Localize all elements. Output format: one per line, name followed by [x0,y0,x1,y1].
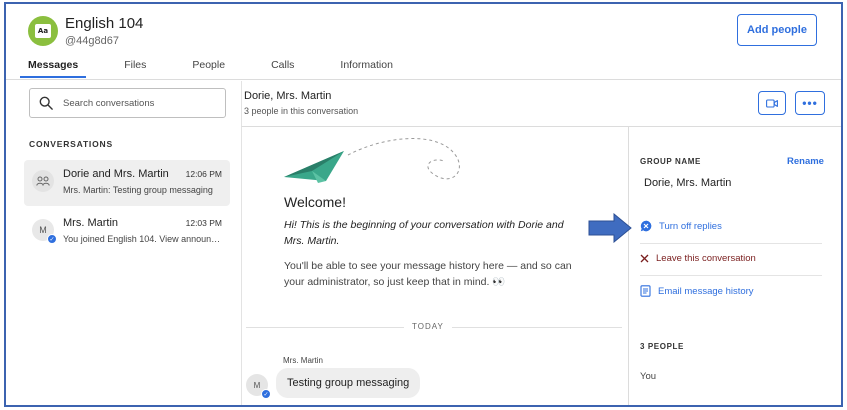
tab-people[interactable]: People [192,59,225,78]
message-avatar: M ✓ [246,374,271,399]
group-code: @44g8d67 [65,35,119,47]
tab-messages[interactable]: Messages [19,59,87,78]
message-sender: Mrs. Martin [283,356,323,365]
welcome-title: Welcome! [284,194,346,210]
group-logo-text: Aa [35,24,51,38]
conversation-header: Dorie, Mrs. Martin 3 people in this conv… [241,81,841,127]
group-title: English 104 [65,15,144,32]
conversations-section-label: CONVERSATIONS [29,139,113,149]
conversation-preview: Mrs. Martin: Testing group messaging [63,185,213,195]
annotation-arrow-icon [588,213,632,243]
message-text: Testing group messaging [287,377,410,389]
avatar-initial: M [39,225,47,235]
leave-conversation-button[interactable]: Leave this conversation [640,253,756,264]
email-message-history-button[interactable]: Email message history [640,285,754,297]
search-icon [39,96,53,110]
video-call-button[interactable] [758,91,786,115]
conversations-sidebar: CONVERSATIONS Dorie and Mrs. Martin 12:0… [6,81,241,405]
divider-line [452,327,622,328]
video-camera-icon [766,98,778,108]
people-count-label: 3 PEOPLE [640,342,684,351]
tab-calls[interactable]: Calls [271,59,294,78]
group-name-label: GROUP NAME [640,157,701,166]
verified-badge-icon: ✓ [47,234,57,244]
conversation-item[interactable]: Dorie and Mrs. Martin 12:06 PM Mrs. Mart… [24,160,230,206]
group-logo: Aa [28,16,58,46]
turn-off-replies-button[interactable]: Turn off replies [640,220,722,232]
more-options-button[interactable]: ••• [795,91,825,115]
conversation-title: Dorie, Mrs. Martin [244,90,332,102]
group-header: Aa English 104 @44g8d67 Messages Files P… [6,4,841,80]
tab-bar: Messages Files People Calls Information [19,59,439,78]
conversation-time: 12:03 PM [185,218,222,228]
tab-information[interactable]: Information [340,59,393,78]
turn-off-replies-label: Turn off replies [659,220,722,232]
verified-badge-icon: ✓ [261,389,271,399]
search-box[interactable] [29,88,226,118]
divider [640,243,822,244]
group-name-value: Dorie, Mrs. Martin [644,177,732,189]
rename-button[interactable]: Rename [787,156,824,167]
add-people-button[interactable]: Add people [737,14,817,46]
conversation-preview: You joined English 104. View announcemen… [63,234,223,244]
conversation-details-panel: GROUP NAME Rename Dorie, Mrs. Martin Tur… [628,127,841,405]
document-icon [640,285,651,297]
conversation-avatar [32,170,54,192]
divider-line [246,327,404,328]
leave-conversation-label: Leave this conversation [656,253,756,264]
person-item[interactable]: You [640,371,656,382]
tab-files[interactable]: Files [124,59,146,78]
app-window: Aa English 104 @44g8d67 Messages Files P… [4,2,843,407]
search-input[interactable] [63,97,213,109]
conversation-avatar: M ✓ [32,219,57,244]
conversation-name: Dorie and Mrs. Martin [63,168,169,180]
message-thread: Welcome! Hi! This is the beginning of yo… [241,127,628,405]
history-note: You'll be able to see your message histo… [284,260,572,288]
divider [640,275,822,276]
date-divider: TODAY [242,322,622,332]
conversation-item[interactable]: M ✓ Mrs. Martin 12:03 PM You joined Engl… [24,209,230,255]
conversation-name: Mrs. Martin [63,217,118,229]
avatar-initial: M [253,380,261,390]
conversation-time: 12:06 PM [185,169,222,179]
email-message-history-label: Email message history [658,285,754,297]
no-reply-icon [640,220,652,232]
group-icon [36,176,50,186]
conversation-subtitle: 3 people in this conversation [244,106,359,116]
welcome-intro: Hi! This is the beginning of your conver… [284,219,564,247]
close-icon [640,254,649,263]
message-bubble[interactable]: Testing group messaging [276,368,421,398]
date-divider-label: TODAY [412,322,444,331]
